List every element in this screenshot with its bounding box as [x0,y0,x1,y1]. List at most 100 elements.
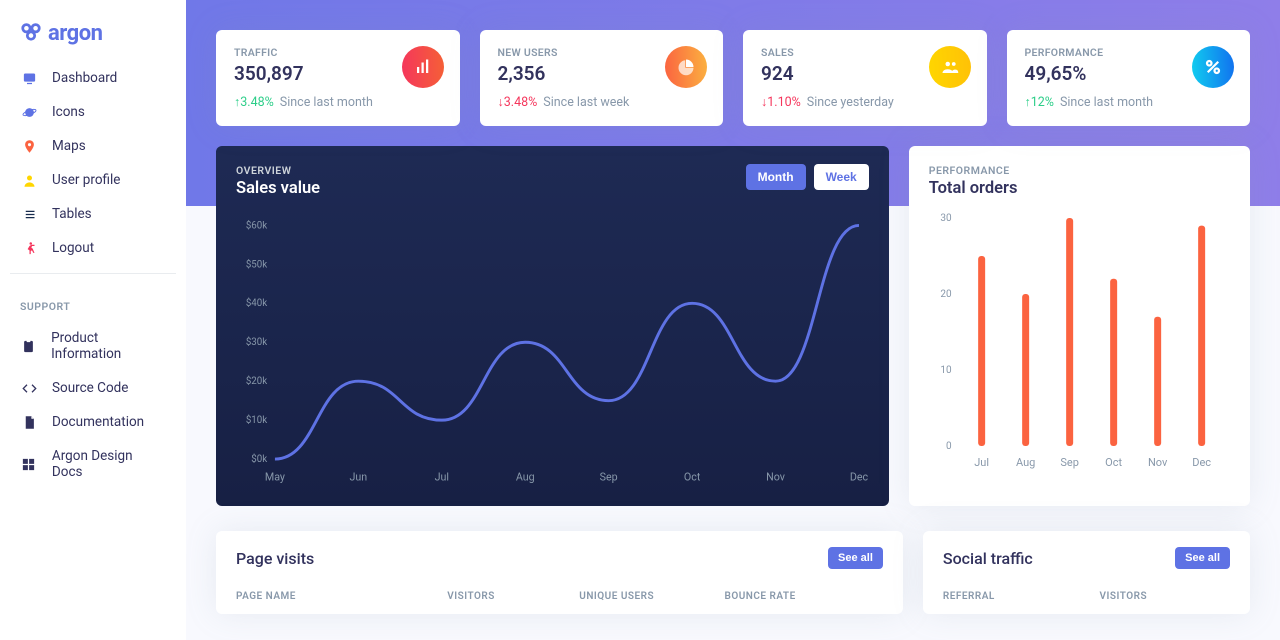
sidebar-item-maps[interactable]: Maps [10,129,176,163]
svg-text:$10k: $10k [246,415,267,426]
svg-text:20: 20 [940,289,952,300]
card-overline: OVERVIEW [236,164,320,177]
sidebar-item-label: Argon Design Docs [52,448,166,480]
svg-text:10: 10 [940,365,952,376]
stat-change: ↑12%Since last month [1025,95,1233,110]
tables-row: Page visits See all PAGE NAME VISITORS U… [186,506,1280,614]
sidebar-item-label: Maps [52,138,86,154]
brand-name: argon [48,21,102,46]
table-header-row: REFERRAL VISITORS [923,579,1250,614]
table-title: Social traffic [943,549,1033,568]
svg-text:$0k: $0k [251,454,267,465]
svg-text:0: 0 [946,441,952,452]
orders-bar-chart: 0 10 20 30 Jul Aug Sep Oct Nov Dec [929,212,1230,472]
page-visits-card: Page visits See all PAGE NAME VISITORS U… [216,531,903,614]
main-content: TRAFFIC 350,897 ↑3.48%Since last month N… [186,0,1280,614]
svg-text:Sep: Sep [1060,456,1079,469]
table-title: Page visits [236,549,314,568]
total-orders-chart-card: PERFORMANCE Total orders 0 10 20 30 Jul Aug Se… [909,146,1250,506]
user-icon [20,173,38,188]
sidebar-item-label: Source Code [52,380,128,396]
stat-change: ↓1.10%Since yesterday [761,95,969,110]
column-header: BOUNCE RATE [724,591,882,602]
stat-change: ↓3.48%Since last week [498,95,706,110]
svg-text:$30k: $30k [246,337,267,348]
svg-text:Oct: Oct [684,470,701,483]
month-button[interactable]: Month [746,164,806,190]
svg-text:May: May [265,470,285,483]
table-header-row: PAGE NAME VISITORS UNIQUE USERS BOUNCE R… [216,579,903,614]
sales-value-chart-card: OVERVIEW Sales value Month Week $0k$10k$… [216,146,889,506]
svg-text:Dec: Dec [850,470,869,483]
chart-bar-icon [402,46,444,88]
svg-text:$50k: $50k [246,259,267,270]
svg-text:Jul: Jul [974,456,989,469]
code-icon [20,381,38,396]
column-header: PAGE NAME [236,591,447,602]
chart-range-toggle: Month Week [746,164,869,190]
svg-text:Oct: Oct [1105,456,1122,469]
svg-text:Jul: Jul [435,470,449,483]
users-icon [929,46,971,88]
sidebar-item-user-profile[interactable]: User profile [10,163,176,197]
card-title: Sales value [236,179,320,198]
sidebar-item-label: Product Information [51,330,166,362]
sidebar: argon Dashboard Icons Maps User profile … [0,0,186,640]
stats-row: TRAFFIC 350,897 ↑3.48%Since last month N… [216,30,1250,126]
stat-card-new-users: NEW USERS 2,356 ↓3.48%Since last week [480,30,724,126]
support-header: SUPPORT [10,282,176,321]
stat-change: ↑3.48%Since last month [234,95,442,110]
run-icon [20,241,38,256]
card-overline: PERFORMANCE [929,164,1018,177]
sales-line-chart: $0k $10k $20k $30k $40k $50k $60k May Jun Jul Aug S… [236,212,869,492]
svg-text:Nov: Nov [766,470,785,483]
sidebar-item-documentation[interactable]: Documentation [10,405,176,439]
card-title: Total orders [929,179,1018,198]
sidebar-divider [10,273,176,274]
see-all-button[interactable]: See all [828,547,883,569]
percent-icon [1192,46,1234,88]
svg-text:Aug: Aug [1016,456,1035,469]
svg-text:30: 30 [940,213,952,224]
brand-logo[interactable]: argon [10,15,176,61]
sidebar-item-tables[interactable]: Tables [10,197,176,231]
clipboard-icon [20,339,37,354]
svg-text:Jun: Jun [350,470,368,483]
svg-text:$20k: $20k [246,376,267,387]
social-traffic-card: Social traffic See all REFERRAL VISITORS [923,531,1250,614]
pie-chart-icon [665,46,707,88]
sidebar-item-label: Documentation [52,414,144,430]
sidebar-item-label: Tables [52,206,92,222]
sidebar-item-design-docs[interactable]: Argon Design Docs [10,439,176,489]
sidebar-item-label: Icons [52,104,85,120]
stat-card-performance: PERFORMANCE 49,65% ↑12%Since last month [1007,30,1251,126]
svg-text:$60k: $60k [246,220,267,231]
file-icon [20,415,38,430]
svg-text:Dec: Dec [1192,456,1211,469]
sidebar-item-product-info[interactable]: Product Information [10,321,176,371]
brand-icon [20,20,42,46]
week-button[interactable]: Week [814,164,869,190]
sidebar-item-label: User profile [52,172,120,188]
sidebar-item-icons[interactable]: Icons [10,95,176,129]
column-header: REFERRAL [943,591,1100,602]
svg-text:Aug: Aug [516,470,535,483]
charts-row: OVERVIEW Sales value Month Week $0k$10k$… [186,146,1280,506]
svg-text:Sep: Sep [600,470,618,483]
map-pin-icon [20,139,38,154]
sidebar-item-label: Dashboard [52,70,117,86]
sidebar-item-dashboard[interactable]: Dashboard [10,61,176,95]
sidebar-item-logout[interactable]: Logout [10,231,176,265]
svg-text:$40k: $40k [246,298,267,309]
sidebar-item-source-code[interactable]: Source Code [10,371,176,405]
sidebar-item-label: Logout [52,240,94,256]
svg-text:Nov: Nov [1148,456,1168,469]
stat-card-sales: SALES 924 ↓1.10%Since yesterday [743,30,987,126]
stat-card-traffic: TRAFFIC 350,897 ↑3.48%Since last month [216,30,460,126]
column-header: VISITORS [447,591,579,602]
list-icon [20,207,38,222]
dashboard-icon [20,457,38,472]
column-header: UNIQUE USERS [579,591,724,602]
tv-icon [20,71,38,86]
see-all-button[interactable]: See all [1175,547,1230,569]
